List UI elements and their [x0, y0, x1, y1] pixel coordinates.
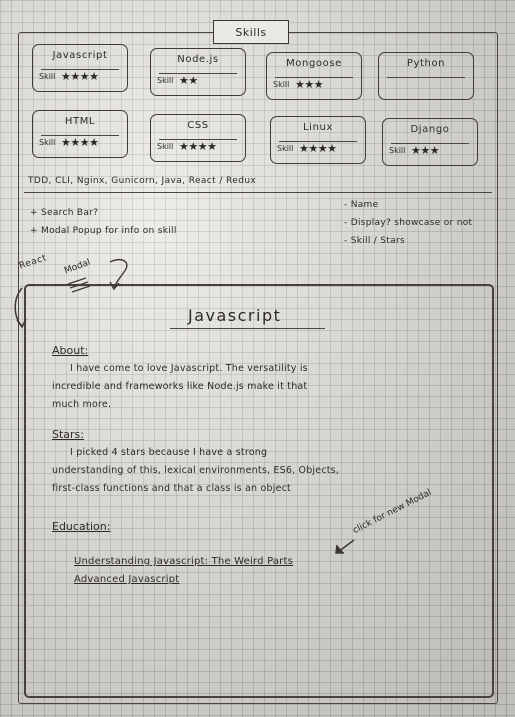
- skill-label: Skill: [157, 142, 174, 151]
- stars-line: I picked 4 stars because I have a strong: [70, 447, 268, 458]
- skill-label: Skill: [277, 144, 294, 153]
- card-divider: [387, 77, 465, 78]
- skill-card-css[interactable]: CSS Skill ★★★★: [150, 114, 246, 162]
- education-heading: Education:: [52, 520, 111, 533]
- skill-card-javascript[interactable]: Javascript Skill ★★★★: [32, 44, 128, 92]
- education-link-2[interactable]: Advanced Javascript: [74, 574, 179, 585]
- stars-text: I picked 4 stars because I have a strong…: [52, 444, 442, 498]
- note-name: - Name: [344, 200, 379, 210]
- star-rating: ★★★★: [299, 142, 337, 155]
- note-display: - Display? showcase or not: [344, 218, 473, 228]
- skill-card-html[interactable]: HTML Skill ★★★★: [32, 110, 128, 158]
- star-rating: ★★★: [411, 144, 440, 157]
- about-heading: About:: [52, 344, 89, 357]
- skill-card-mongoose[interactable]: Mongoose Skill ★★★: [266, 52, 362, 100]
- note-search-bar: + Search Bar?: [30, 208, 99, 218]
- skill-card-name: Mongoose: [286, 58, 342, 69]
- note-modal-popup: + Modal Popup for info on skill: [30, 226, 177, 236]
- skill-card-name: Python: [406, 58, 446, 69]
- about-line: incredible and frameworks like Node.js m…: [52, 381, 308, 392]
- skill-card-name: Javascript: [52, 50, 108, 61]
- skill-card-name: CSS: [187, 120, 209, 131]
- section-divider: [24, 192, 492, 193]
- stars-line: understanding of this, lexical environme…: [52, 465, 340, 476]
- skill-card-linux[interactable]: Linux Skill ★★★★: [270, 116, 366, 164]
- star-rating: ★★★★: [179, 140, 217, 153]
- stars-line: first-class functions and that a class i…: [52, 483, 291, 494]
- skill-label: Skill: [39, 72, 56, 81]
- skill-label: Skill: [39, 138, 56, 147]
- modal-title: Javascript: [188, 306, 282, 325]
- skill-card-name: Node.js: [177, 54, 219, 65]
- skill-card-name: Django: [410, 124, 450, 135]
- star-rating: ★★★★: [61, 136, 99, 149]
- card-divider: [159, 73, 237, 74]
- about-line: I have come to love Javascript. The vers…: [70, 363, 308, 374]
- tech-list: TDD, CLI, Nginx, Gunicorn, Java, React /…: [28, 176, 257, 186]
- page-title: Skills: [213, 20, 289, 44]
- star-rating: ★★★★: [61, 70, 99, 83]
- skill-card-nodejs[interactable]: Node.js Skill ★★: [150, 48, 246, 96]
- modal-title-underline: [170, 328, 325, 329]
- star-rating: ★★: [179, 74, 198, 87]
- skill-card-name: HTML: [64, 116, 96, 127]
- note-skill-stars: - Skill / Stars: [344, 236, 405, 246]
- page-title-text: Skills: [235, 25, 267, 39]
- skill-card-name: Linux: [303, 122, 333, 133]
- education-link-1[interactable]: Understanding Javascript: The Weird Part…: [74, 556, 293, 567]
- stars-heading: Stars:: [52, 428, 84, 441]
- skill-label: Skill: [389, 146, 406, 155]
- skill-label: Skill: [157, 76, 174, 85]
- skill-card-django[interactable]: Django Skill ★★★: [382, 118, 478, 166]
- star-rating: ★★★: [295, 78, 324, 91]
- about-text: I have come to love Javascript. The vers…: [52, 360, 442, 414]
- skill-card-python[interactable]: Python: [378, 52, 474, 100]
- skill-label: Skill: [273, 80, 290, 89]
- about-line: much more.: [52, 399, 112, 410]
